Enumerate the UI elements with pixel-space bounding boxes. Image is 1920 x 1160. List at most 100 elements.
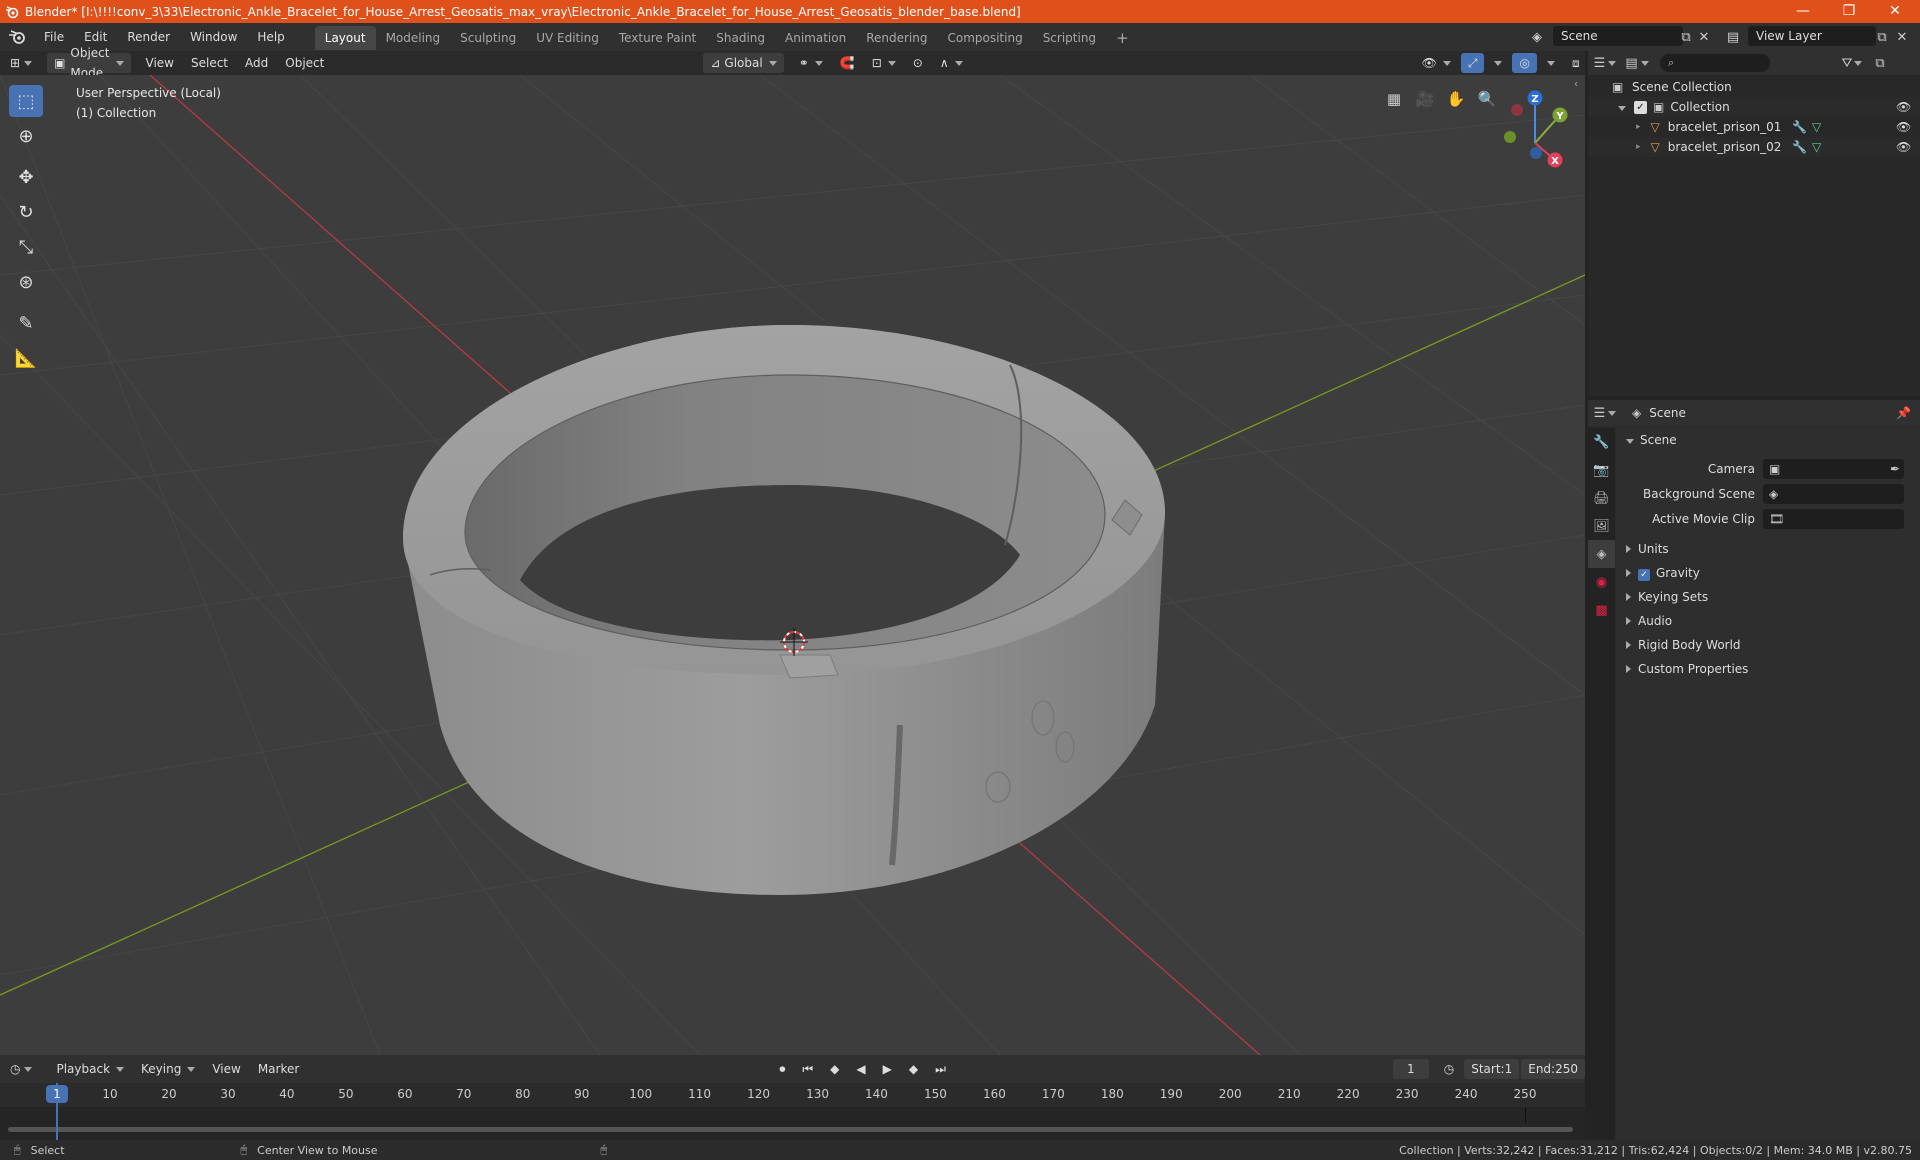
overlay-dropdown-icon[interactable] bbox=[1540, 53, 1562, 73]
collection-visibility-icon[interactable]: 👁 bbox=[1896, 100, 1911, 114]
current-frame-field[interactable]: 1 bbox=[1392, 1059, 1429, 1079]
menu-window[interactable]: Window bbox=[180, 23, 247, 51]
delete-view-layer-icon[interactable]: ✕ bbox=[1892, 28, 1912, 46]
tab-shading[interactable]: Shading bbox=[706, 26, 775, 50]
texture-tab-icon[interactable]: ▩ bbox=[1588, 596, 1615, 624]
xray-toggle-icon[interactable]: ⧈ bbox=[1565, 53, 1587, 73]
delete-scene-icon[interactable]: ✕ bbox=[1694, 28, 1714, 46]
outliner-row-scene-collection[interactable]: ▣ Scene Collection bbox=[1588, 77, 1920, 97]
eyedropper-icon[interactable]: ✒ bbox=[1890, 462, 1900, 476]
minimize-button[interactable]: — bbox=[1780, 0, 1826, 23]
outliner-row-object[interactable]: ▸ ▽ bracelet_prison_02 🔧 ▽ 👁 bbox=[1588, 137, 1920, 157]
render-tab-icon[interactable]: 📷 bbox=[1588, 456, 1615, 484]
rotate-icon[interactable]: ↻ bbox=[9, 196, 43, 228]
camera-field[interactable]: ▣ ✒ bbox=[1763, 458, 1904, 479]
object-visibility-icon[interactable]: 👁 bbox=[1896, 120, 1911, 134]
scene-tab-icon[interactable]: ◈ bbox=[1588, 540, 1615, 568]
add-workspace-button[interactable]: + bbox=[1106, 26, 1139, 50]
scene-selector[interactable]: Scene bbox=[1553, 26, 1683, 46]
jump-end-button[interactable]: ⏭ bbox=[928, 1059, 953, 1079]
menu-help[interactable]: Help bbox=[247, 23, 294, 51]
timeline-ruler[interactable]: 10 20 30 40 50 60 70 80 90 100 110 120 130 140 150 160 1… bbox=[0, 1083, 1585, 1107]
record-button[interactable]: ⏺ bbox=[772, 1059, 792, 1079]
mode-dropdown[interactable]: ▣ Object Mode bbox=[47, 46, 131, 80]
world-tab-icon[interactable]: ◉ bbox=[1588, 568, 1615, 596]
keying-menu[interactable]: Keying bbox=[134, 1059, 202, 1079]
marker-menu[interactable]: Marker bbox=[251, 1059, 306, 1079]
3d-viewport[interactable]: Z Y X User Perspective (Local) (1) Colle… bbox=[0, 75, 1585, 1055]
background-scene-field[interactable]: ◈ bbox=[1763, 483, 1904, 504]
menu-render[interactable]: Render bbox=[117, 23, 180, 51]
new-scene-icon[interactable]: ⧉ bbox=[1676, 28, 1696, 46]
view-layer-browse-icon[interactable]: ▤ bbox=[1722, 28, 1744, 46]
timeline-track[interactable] bbox=[0, 1107, 1585, 1140]
pivot-point-icon[interactable]: ⚭ bbox=[792, 53, 830, 73]
jump-start-button[interactable]: ⏮ bbox=[795, 1059, 820, 1079]
new-collection-icon[interactable]: ⧉ bbox=[1870, 53, 1890, 73]
object-expand-icon[interactable]: ▸ bbox=[1636, 122, 1641, 132]
overlay-toggle-icon[interactable]: ◎ bbox=[1512, 53, 1537, 73]
cursor-icon[interactable]: ⊕ bbox=[9, 120, 43, 152]
close-button[interactable]: ✕ bbox=[1872, 0, 1918, 23]
play-reverse-button[interactable]: ◀ bbox=[849, 1059, 872, 1079]
annotate-icon[interactable]: ✎ bbox=[9, 307, 43, 339]
new-view-layer-icon[interactable]: ⧉ bbox=[1872, 28, 1892, 46]
menu-select[interactable]: Select bbox=[184, 53, 235, 73]
falloff-icon[interactable]: ∧ bbox=[933, 53, 970, 73]
mesh-data-icon[interactable]: ▽ bbox=[1812, 140, 1821, 154]
menu-file[interactable]: File bbox=[34, 23, 74, 51]
move-icon[interactable]: ✥ bbox=[9, 161, 43, 193]
collection-checkbox[interactable]: ✓ bbox=[1634, 100, 1647, 114]
outliner-row-object[interactable]: ▸ ▽ bracelet_prison_01 🔧 ▽ 👁 bbox=[1588, 117, 1920, 137]
navigation-gizmo[interactable] bbox=[1504, 98, 1561, 161]
audio-panel-header[interactable]: Audio bbox=[1616, 609, 1920, 633]
gravity-checkbox[interactable]: ✓ bbox=[1638, 569, 1650, 581]
tab-texture-paint[interactable]: Texture Paint bbox=[609, 26, 706, 50]
tab-layout[interactable]: Layout bbox=[314, 26, 376, 50]
scene-panel-header[interactable]: Scene bbox=[1616, 428, 1920, 452]
modifier-icon[interactable]: 🔧 bbox=[1792, 120, 1807, 134]
tab-animation[interactable]: Animation bbox=[775, 26, 856, 50]
display-mode-icon[interactable]: ▤ bbox=[1622, 53, 1652, 73]
scale-icon[interactable]: ⤡ bbox=[9, 231, 43, 263]
outliner-search-input[interactable]: ⌕ bbox=[1660, 54, 1770, 72]
scene-browse-icon[interactable]: ◈ bbox=[1526, 28, 1548, 46]
keying-sets-panel-header[interactable]: Keying Sets bbox=[1616, 585, 1920, 609]
tool-tab-icon[interactable]: 🔧 bbox=[1588, 428, 1615, 456]
tab-compositing[interactable]: Compositing bbox=[937, 26, 1032, 50]
tab-sculpting[interactable]: Sculpting bbox=[450, 26, 526, 50]
active-movie-clip-field[interactable]: 🎞 bbox=[1763, 508, 1904, 529]
sidebar-toggle-icon[interactable]: ‹ bbox=[1574, 79, 1578, 90]
preview-range-icon[interactable]: ◷ bbox=[1437, 1059, 1461, 1079]
modifier-icon[interactable]: 🔧 bbox=[1792, 140, 1807, 154]
pin-icon[interactable]: 📌 bbox=[1896, 406, 1911, 420]
gizmo-toggle-icon[interactable]: ⤢ bbox=[1460, 53, 1485, 73]
tab-rendering[interactable]: Rendering bbox=[856, 26, 937, 50]
pan-view-icon[interactable]: ✋ bbox=[1442, 85, 1470, 113]
prev-keyframe-button[interactable]: ◆ bbox=[823, 1059, 846, 1079]
next-keyframe-button[interactable]: ◆ bbox=[902, 1059, 925, 1079]
select-box-icon[interactable]: ⬚ bbox=[9, 85, 43, 117]
view-layer-selector[interactable]: View Layer bbox=[1748, 26, 1876, 46]
playback-menu[interactable]: Playback bbox=[49, 1059, 131, 1079]
playhead-frame-label[interactable]: 1 bbox=[46, 1085, 68, 1103]
timeline-editor-type-icon[interactable]: ◷ bbox=[3, 1059, 39, 1079]
maximize-button[interactable]: ❐ bbox=[1826, 0, 1872, 23]
mesh-data-icon[interactable]: ▽ bbox=[1812, 120, 1821, 134]
snap-icon[interactable]: 🧲 bbox=[833, 53, 862, 73]
play-button[interactable]: ▶ bbox=[876, 1059, 899, 1079]
units-panel-header[interactable]: Units bbox=[1616, 537, 1920, 561]
gizmo-dropdown-icon[interactable] bbox=[1487, 53, 1509, 73]
outliner-row-collection[interactable]: ✓ ▣ Collection 👁 bbox=[1588, 97, 1920, 117]
snap-target-icon[interactable]: ⊡ bbox=[865, 53, 903, 73]
menu-view[interactable]: View bbox=[139, 53, 181, 73]
timeline-view-menu[interactable]: View bbox=[205, 1059, 247, 1079]
object-expand-icon[interactable]: ▸ bbox=[1636, 142, 1641, 152]
editor-type-icon[interactable]: ⊞ bbox=[3, 53, 39, 73]
transform-icon[interactable]: ⊛ bbox=[9, 266, 43, 298]
camera-view-icon[interactable]: 🎥 bbox=[1411, 85, 1439, 113]
proportional-edit-icon[interactable]: ⊙ bbox=[906, 53, 930, 73]
start-frame-field[interactable]: Start: 1 bbox=[1464, 1059, 1520, 1079]
view-layer-tab-icon[interactable]: 🖼 bbox=[1588, 512, 1615, 540]
properties-editor-type-icon[interactable]: ☰ bbox=[1588, 403, 1622, 423]
